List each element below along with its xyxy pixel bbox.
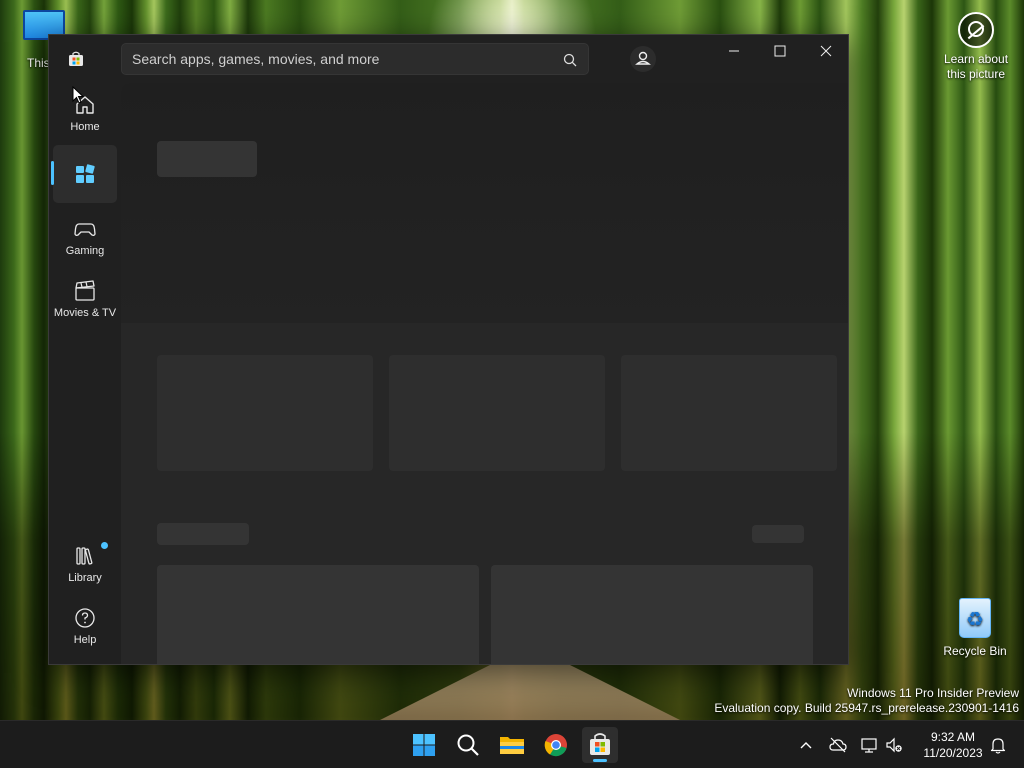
cloud-offline-icon[interactable] <box>828 735 848 755</box>
watermark-line-2: Evaluation copy. Build 25947.rs_prerelea… <box>714 701 1019 715</box>
file-explorer-icon <box>500 737 524 754</box>
search-icon <box>457 734 479 756</box>
recycle-bin-icon <box>959 598 991 638</box>
close-button[interactable] <box>803 35 849 67</box>
search-input[interactable] <box>122 44 542 74</box>
network-icon[interactable] <box>860 735 880 755</box>
learn-about-picture-desktop-icon[interactable]: Learn about this picture <box>936 12 1016 82</box>
nav-movies-tv-label: Movies & TV <box>53 307 117 319</box>
maximize-button[interactable] <box>757 35 803 67</box>
start-icon <box>413 734 435 756</box>
featured-card-placeholder[interactable] <box>157 355 373 471</box>
active-app-indicator <box>593 759 607 762</box>
watermark-line-1: Windows 11 Pro Insider Preview <box>847 686 1019 700</box>
taskbar: 9:32 AM 11/20/2023 <box>0 720 1024 768</box>
search-icon[interactable] <box>562 52 578 68</box>
featured-card-placeholder[interactable] <box>389 355 605 471</box>
camera-info-icon <box>958 12 994 48</box>
main-content-loading <box>121 83 848 664</box>
app-card-placeholder[interactable] <box>491 565 813 664</box>
windows-watermark: Windows 11 Pro Insider Preview Evaluatio… <box>714 686 1019 716</box>
nav-library-label: Library <box>68 572 102 584</box>
chevron-up-icon[interactable] <box>796 735 816 755</box>
clock-time: 9:32 AM <box>930 730 976 744</box>
system-clock[interactable]: 9:32 AM 11/20/2023 <box>916 729 990 761</box>
page-title-placeholder <box>157 141 257 177</box>
store-logo-icon <box>69 51 83 66</box>
apps-icon <box>76 164 95 183</box>
nav-gaming-label: Gaming <box>65 245 105 257</box>
hero-banner-placeholder <box>121 83 848 323</box>
library-update-badge <box>101 542 108 549</box>
nav-home-label: Home <box>70 121 100 133</box>
recycle-bin-desktop-icon[interactable]: Recycle Bin <box>940 598 1010 658</box>
learn-about-label: Learn about this picture <box>943 52 1009 81</box>
see-all-placeholder[interactable] <box>752 525 804 543</box>
library-icon <box>76 547 93 565</box>
microsoft-store-taskbar-button[interactable] <box>582 727 618 763</box>
nav-item-library[interactable]: Library <box>53 536 117 594</box>
title-bar[interactable] <box>49 35 848 83</box>
clapperboard-icon <box>75 280 95 301</box>
section-title-placeholder <box>157 523 249 545</box>
notification-bell-icon[interactable] <box>988 735 1008 755</box>
search-box[interactable] <box>121 43 589 75</box>
start-button[interactable] <box>406 727 442 763</box>
nav-help-label: Help <box>73 634 97 646</box>
minimize-button[interactable] <box>711 35 757 67</box>
nav-item-gaming[interactable]: Gaming <box>53 209 117 267</box>
app-card-placeholder[interactable] <box>157 565 479 664</box>
featured-card-placeholder[interactable] <box>621 355 837 471</box>
microsoft-store-window: Home Gaming Movies <box>48 34 849 665</box>
selection-indicator <box>51 161 54 185</box>
chrome-icon <box>544 734 567 757</box>
gamepad-icon <box>74 223 96 236</box>
speaker-muted-icon[interactable] <box>884 735 904 755</box>
file-explorer-button[interactable] <box>494 727 530 763</box>
recycle-bin-label: Recycle Bin <box>943 644 1007 658</box>
nav-item-help[interactable]: Help <box>53 598 117 656</box>
chrome-button[interactable] <box>538 727 574 763</box>
clock-date: 11/20/2023 <box>923 746 983 760</box>
nav-item-apps[interactable] <box>51 145 117 203</box>
account-icon[interactable] <box>629 45 657 73</box>
mouse-cursor-icon <box>72 86 85 104</box>
nav-item-movies-tv[interactable]: Movies & TV <box>53 271 117 329</box>
taskbar-search-button[interactable] <box>450 727 486 763</box>
help-icon <box>75 608 95 628</box>
navigation-pane: Home Gaming Movies & TV Library Help <box>49 83 121 664</box>
store-icon <box>590 733 610 755</box>
